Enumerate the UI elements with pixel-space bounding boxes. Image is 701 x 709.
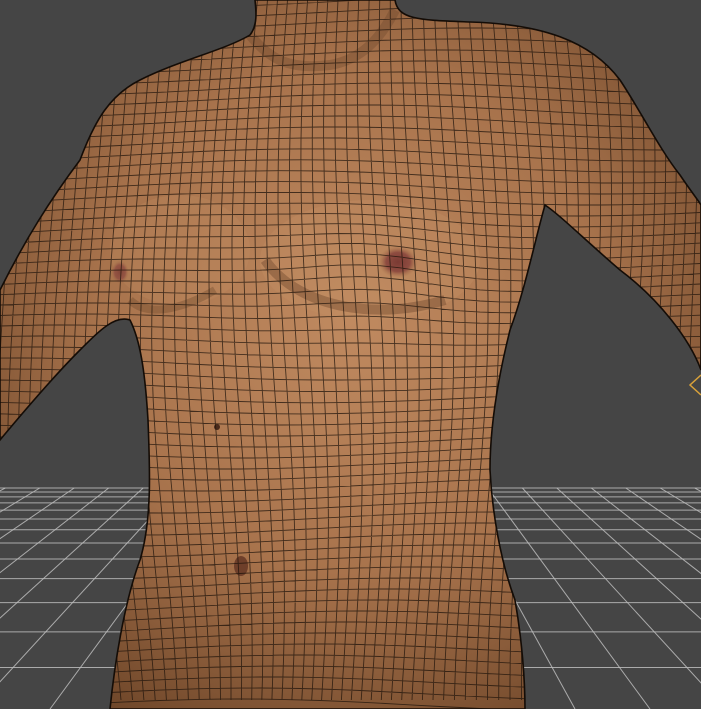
nipple-right	[378, 246, 418, 278]
nipple-left	[111, 260, 129, 284]
3d-viewport[interactable]	[0, 0, 701, 709]
chest-highlight	[260, 200, 480, 320]
mole	[214, 424, 220, 430]
viewport-canvas[interactable]	[0, 0, 701, 709]
